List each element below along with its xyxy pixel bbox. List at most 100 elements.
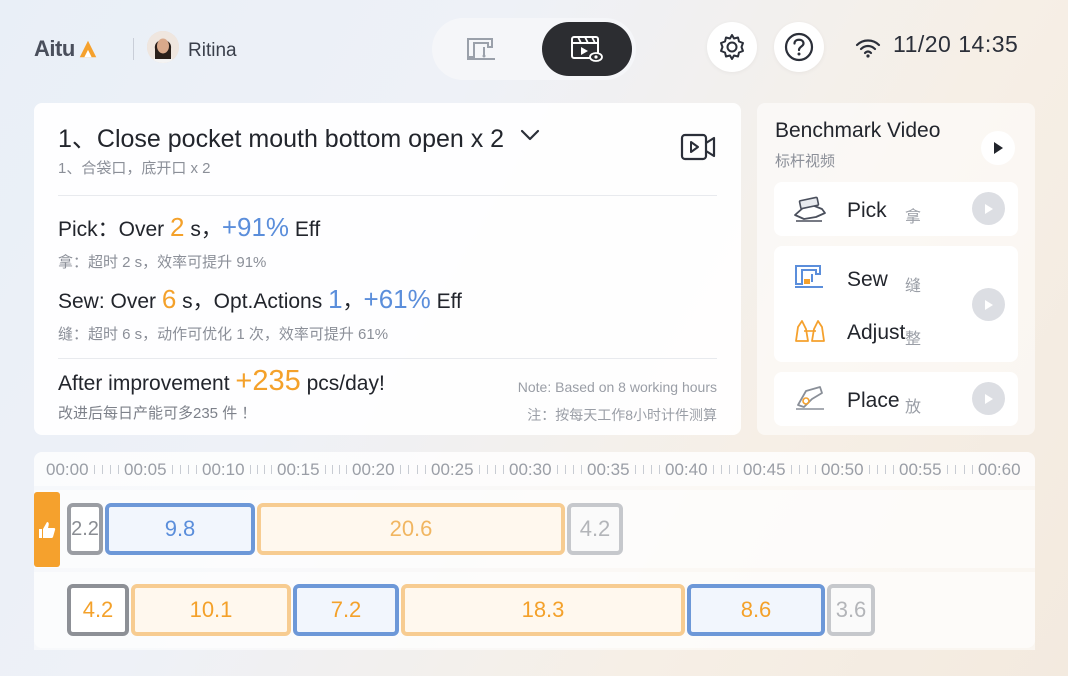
time-ruler[interactable]: 00:00 00:05 00:10 00:15 00:20 00:25 00:3… [34,452,1035,486]
step-label: Sew [847,268,888,291]
segment-adjust[interactable]: 20.6 [257,503,565,555]
step-card-pick[interactable]: Pick 拿 [774,182,1018,236]
segment-pick[interactable]: 2.2 [67,503,103,555]
gear-icon [720,34,744,60]
step-label: Place [847,389,900,412]
ruler-minor-tick [118,465,119,474]
video-play-icon[interactable] [680,131,716,163]
logo-text: Aitu [34,36,75,61]
ruler-minor-tick [737,465,738,474]
pick-suffix: Eff [289,218,321,241]
step-label: Adjust [847,321,906,344]
user-avatar-icon [147,31,179,63]
sewing-machine-icon [467,38,495,60]
ruler-minor-tick [408,465,410,474]
step-card-sew-adjust[interactable]: Sew 缝 Adjust 整 [774,246,1018,362]
ruler-minor-tick [807,465,808,474]
segment-adjust[interactable]: 18.3 [401,584,685,636]
play-icon [994,142,1003,154]
tick-label: 00:10 [202,460,245,479]
segment-pick[interactable]: 4.2 [67,584,129,636]
tick-label: 00:15 [277,460,320,479]
ruler-minor-tick [947,465,948,474]
pick-over-value: 2 [170,212,185,242]
pick-eff-value: +91% [221,212,290,242]
logo-mark-icon [79,40,97,58]
tick-label: 00:30 [509,460,552,479]
ruler-minor-tick [180,465,181,474]
step-label-cn: 放 [905,399,922,416]
ruler-minor-tick [955,465,957,474]
thumbs-up-icon [39,521,56,538]
mode-switch[interactable] [432,18,636,80]
machine-mode-button[interactable] [436,22,526,76]
video-mode-button[interactable] [542,22,632,76]
ruler-minor-tick [651,465,652,474]
sew-prefix: Sew: Over [58,290,162,313]
ruler-minor-tick [346,465,347,474]
step-play-button[interactable] [972,288,1005,321]
ruler-minor-tick [643,465,644,474]
step-label-cn: 拿 [905,209,922,226]
tick-label: 00:50 [821,460,864,479]
step-place[interactable]: Place 放 [774,379,964,419]
segment-adjust[interactable]: 10.1 [131,584,291,636]
ruler-minor-tick [172,465,173,474]
tick-label: 00:40 [665,460,708,479]
wifi-icon [855,39,881,58]
user-name[interactable]: Ritina [188,40,237,62]
after-value: +235 [235,365,301,397]
segment-sew[interactable]: 7.2 [293,584,399,636]
tick-label: 00:45 [743,460,786,479]
sew-mid: s，Opt.Actions [176,290,329,313]
step-pick[interactable]: Pick 拿 [774,189,964,229]
segment-sew[interactable]: 8.6 [687,584,825,636]
ruler-minor-tick [877,465,878,474]
ruler-minor-tick [815,465,816,474]
app-logo: Aitu [34,36,99,62]
settings-button[interactable] [707,22,757,72]
step-label-cn: 缝 [905,278,922,295]
ruler-minor-tick [581,465,582,474]
question-icon [784,32,814,62]
ruler-minor-tick [721,465,722,474]
step-sew[interactable]: Sew 缝 [774,258,964,298]
step-card-place[interactable]: Place 放 [774,372,1018,426]
best-marker [34,492,60,567]
after-improvement: After improvement +235 pcs/day! [58,365,385,398]
divider [58,195,717,196]
datetime: 11/20 14:35 [893,31,1019,57]
ruler-minor-tick [557,465,558,474]
tick-label: 00:05 [124,460,167,479]
pick-mid: s， [184,218,222,241]
ruler-minor-tick [110,465,111,474]
task-title[interactable]: 1、Close pocket mouth bottom open x 2 [58,119,504,155]
step-label-cn: 整 [905,331,922,348]
step-adjust[interactable]: Adjust 整 [774,311,964,351]
segment-place[interactable]: 3.6 [827,584,875,636]
ruler-minor-tick [972,465,973,474]
tick-label: 00:00 [46,460,89,479]
step-play-button[interactable] [972,192,1005,225]
ruler-minor-tick [400,465,401,474]
ruler-minor-tick [271,465,272,474]
ruler-minor-tick [503,465,504,474]
after-prefix: After improvement [58,372,236,395]
hand-place-icon [796,386,824,410]
step-label: Pick [847,199,887,222]
benchmark-panel: Benchmark Video 标杆视频 Pick 拿 Sew 缝 Adjust… [757,103,1035,435]
help-button[interactable] [774,22,824,72]
ruler-minor-tick [885,465,886,474]
ruler-minor-tick [102,465,103,474]
step-play-button[interactable] [972,382,1005,415]
ruler-minor-tick [487,465,488,474]
benchmark-play-button[interactable] [981,131,1015,165]
ruler-minor-tick [416,465,418,474]
chevron-down-icon[interactable] [520,128,540,142]
sew-subtitle: 缝：超时 6 s，动作可优化 1 次，效率可提升 61% [58,326,389,343]
tick-label: 00:55 [899,460,942,479]
segment-sew[interactable]: 9.8 [105,503,255,555]
segment-place[interactable]: 4.2 [567,503,623,555]
avatar[interactable] [147,31,179,63]
sew-summary: Sew: Over 6 s，Opt.Actions 1，+61% Eff [58,284,462,315]
